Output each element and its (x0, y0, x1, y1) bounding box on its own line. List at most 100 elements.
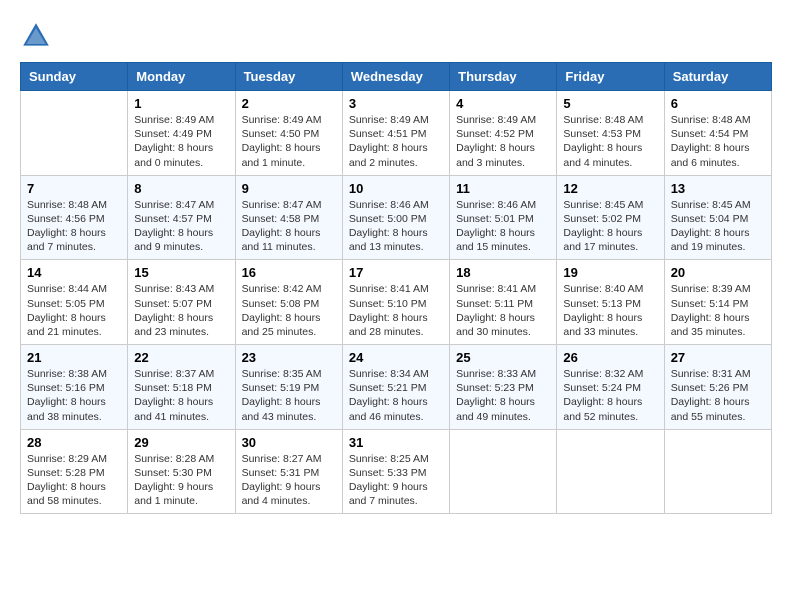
calendar-week-1: 1 Sunrise: 8:49 AMSunset: 4:49 PMDayligh… (21, 91, 772, 176)
cell-info: Sunrise: 8:40 AMSunset: 5:13 PMDaylight:… (563, 283, 643, 338)
day-header-monday: Monday (128, 63, 235, 91)
date-number: 31 (349, 435, 443, 450)
day-header-tuesday: Tuesday (235, 63, 342, 91)
calendar-cell: 1 Sunrise: 8:49 AMSunset: 4:49 PMDayligh… (128, 91, 235, 176)
calendar-cell: 15 Sunrise: 8:43 AMSunset: 5:07 PMDaylig… (128, 260, 235, 345)
calendar-cell: 27 Sunrise: 8:31 AMSunset: 5:26 PMDaylig… (664, 345, 771, 430)
cell-info: Sunrise: 8:49 AMSunset: 4:50 PMDaylight:… (242, 114, 322, 169)
calendar-cell: 20 Sunrise: 8:39 AMSunset: 5:14 PMDaylig… (664, 260, 771, 345)
date-number: 23 (242, 350, 336, 365)
cell-info: Sunrise: 8:35 AMSunset: 5:19 PMDaylight:… (242, 368, 322, 423)
cell-info: Sunrise: 8:38 AMSunset: 5:16 PMDaylight:… (27, 368, 107, 423)
calendar-cell: 22 Sunrise: 8:37 AMSunset: 5:18 PMDaylig… (128, 345, 235, 430)
calendar-week-5: 28 Sunrise: 8:29 AMSunset: 5:28 PMDaylig… (21, 429, 772, 514)
cell-info: Sunrise: 8:29 AMSunset: 5:28 PMDaylight:… (27, 453, 107, 508)
cell-info: Sunrise: 8:37 AMSunset: 5:18 PMDaylight:… (134, 368, 214, 423)
date-number: 15 (134, 265, 228, 280)
date-number: 6 (671, 96, 765, 111)
cell-info: Sunrise: 8:28 AMSunset: 5:30 PMDaylight:… (134, 453, 214, 508)
date-number: 24 (349, 350, 443, 365)
day-header-saturday: Saturday (664, 63, 771, 91)
cell-info: Sunrise: 8:33 AMSunset: 5:23 PMDaylight:… (456, 368, 536, 423)
cell-info: Sunrise: 8:31 AMSunset: 5:26 PMDaylight:… (671, 368, 751, 423)
date-number: 28 (27, 435, 121, 450)
calendar-cell: 18 Sunrise: 8:41 AMSunset: 5:11 PMDaylig… (450, 260, 557, 345)
date-number: 10 (349, 181, 443, 196)
date-number: 18 (456, 265, 550, 280)
date-number: 21 (27, 350, 121, 365)
date-number: 27 (671, 350, 765, 365)
date-number: 2 (242, 96, 336, 111)
calendar-cell: 10 Sunrise: 8:46 AMSunset: 5:00 PMDaylig… (342, 175, 449, 260)
date-number: 16 (242, 265, 336, 280)
calendar-cell: 24 Sunrise: 8:34 AMSunset: 5:21 PMDaylig… (342, 345, 449, 430)
calendar-table: SundayMondayTuesdayWednesdayThursdayFrid… (20, 62, 772, 514)
calendar-cell: 4 Sunrise: 8:49 AMSunset: 4:52 PMDayligh… (450, 91, 557, 176)
calendar-cell (21, 91, 128, 176)
date-number: 13 (671, 181, 765, 196)
cell-info: Sunrise: 8:47 AMSunset: 4:57 PMDaylight:… (134, 199, 214, 254)
cell-info: Sunrise: 8:34 AMSunset: 5:21 PMDaylight:… (349, 368, 429, 423)
cell-info: Sunrise: 8:48 AMSunset: 4:54 PMDaylight:… (671, 114, 751, 169)
cell-info: Sunrise: 8:47 AMSunset: 4:58 PMDaylight:… (242, 199, 322, 254)
cell-info: Sunrise: 8:44 AMSunset: 5:05 PMDaylight:… (27, 283, 107, 338)
calendar-cell: 31 Sunrise: 8:25 AMSunset: 5:33 PMDaylig… (342, 429, 449, 514)
calendar-cell: 30 Sunrise: 8:27 AMSunset: 5:31 PMDaylig… (235, 429, 342, 514)
day-header-friday: Friday (557, 63, 664, 91)
calendar-cell: 16 Sunrise: 8:42 AMSunset: 5:08 PMDaylig… (235, 260, 342, 345)
cell-info: Sunrise: 8:42 AMSunset: 5:08 PMDaylight:… (242, 283, 322, 338)
cell-info: Sunrise: 8:46 AMSunset: 5:00 PMDaylight:… (349, 199, 429, 254)
calendar-cell: 28 Sunrise: 8:29 AMSunset: 5:28 PMDaylig… (21, 429, 128, 514)
calendar-cell: 11 Sunrise: 8:46 AMSunset: 5:01 PMDaylig… (450, 175, 557, 260)
day-header-sunday: Sunday (21, 63, 128, 91)
date-number: 12 (563, 181, 657, 196)
calendar-cell: 19 Sunrise: 8:40 AMSunset: 5:13 PMDaylig… (557, 260, 664, 345)
date-number: 26 (563, 350, 657, 365)
cell-info: Sunrise: 8:41 AMSunset: 5:10 PMDaylight:… (349, 283, 429, 338)
cell-info: Sunrise: 8:49 AMSunset: 4:49 PMDaylight:… (134, 114, 214, 169)
date-number: 11 (456, 181, 550, 196)
date-number: 14 (27, 265, 121, 280)
cell-info: Sunrise: 8:49 AMSunset: 4:51 PMDaylight:… (349, 114, 429, 169)
cell-info: Sunrise: 8:39 AMSunset: 5:14 PMDaylight:… (671, 283, 751, 338)
cell-info: Sunrise: 8:48 AMSunset: 4:53 PMDaylight:… (563, 114, 643, 169)
date-number: 29 (134, 435, 228, 450)
calendar-cell: 9 Sunrise: 8:47 AMSunset: 4:58 PMDayligh… (235, 175, 342, 260)
calendar-cell: 21 Sunrise: 8:38 AMSunset: 5:16 PMDaylig… (21, 345, 128, 430)
calendar-cell: 3 Sunrise: 8:49 AMSunset: 4:51 PMDayligh… (342, 91, 449, 176)
calendar-cell (664, 429, 771, 514)
date-number: 25 (456, 350, 550, 365)
calendar-week-2: 7 Sunrise: 8:48 AMSunset: 4:56 PMDayligh… (21, 175, 772, 260)
date-number: 9 (242, 181, 336, 196)
calendar-cell: 13 Sunrise: 8:45 AMSunset: 5:04 PMDaylig… (664, 175, 771, 260)
calendar-cell: 8 Sunrise: 8:47 AMSunset: 4:57 PMDayligh… (128, 175, 235, 260)
calendar-cell: 29 Sunrise: 8:28 AMSunset: 5:30 PMDaylig… (128, 429, 235, 514)
cell-info: Sunrise: 8:49 AMSunset: 4:52 PMDaylight:… (456, 114, 536, 169)
calendar-cell: 2 Sunrise: 8:49 AMSunset: 4:50 PMDayligh… (235, 91, 342, 176)
calendar-cell: 7 Sunrise: 8:48 AMSunset: 4:56 PMDayligh… (21, 175, 128, 260)
cell-info: Sunrise: 8:48 AMSunset: 4:56 PMDaylight:… (27, 199, 107, 254)
cell-info: Sunrise: 8:43 AMSunset: 5:07 PMDaylight:… (134, 283, 214, 338)
date-number: 1 (134, 96, 228, 111)
cell-info: Sunrise: 8:32 AMSunset: 5:24 PMDaylight:… (563, 368, 643, 423)
date-number: 20 (671, 265, 765, 280)
calendar-header-row: SundayMondayTuesdayWednesdayThursdayFrid… (21, 63, 772, 91)
calendar-cell (557, 429, 664, 514)
calendar-cell: 5 Sunrise: 8:48 AMSunset: 4:53 PMDayligh… (557, 91, 664, 176)
date-number: 5 (563, 96, 657, 111)
calendar-week-3: 14 Sunrise: 8:44 AMSunset: 5:05 PMDaylig… (21, 260, 772, 345)
date-number: 30 (242, 435, 336, 450)
cell-info: Sunrise: 8:25 AMSunset: 5:33 PMDaylight:… (349, 453, 429, 508)
logo (20, 20, 56, 52)
cell-info: Sunrise: 8:45 AMSunset: 5:04 PMDaylight:… (671, 199, 751, 254)
cell-info: Sunrise: 8:46 AMSunset: 5:01 PMDaylight:… (456, 199, 536, 254)
calendar-week-4: 21 Sunrise: 8:38 AMSunset: 5:16 PMDaylig… (21, 345, 772, 430)
logo-icon (20, 20, 52, 52)
calendar-cell: 23 Sunrise: 8:35 AMSunset: 5:19 PMDaylig… (235, 345, 342, 430)
calendar-cell: 12 Sunrise: 8:45 AMSunset: 5:02 PMDaylig… (557, 175, 664, 260)
calendar-cell (450, 429, 557, 514)
calendar-cell: 6 Sunrise: 8:48 AMSunset: 4:54 PMDayligh… (664, 91, 771, 176)
day-header-wednesday: Wednesday (342, 63, 449, 91)
calendar-cell: 25 Sunrise: 8:33 AMSunset: 5:23 PMDaylig… (450, 345, 557, 430)
date-number: 7 (27, 181, 121, 196)
